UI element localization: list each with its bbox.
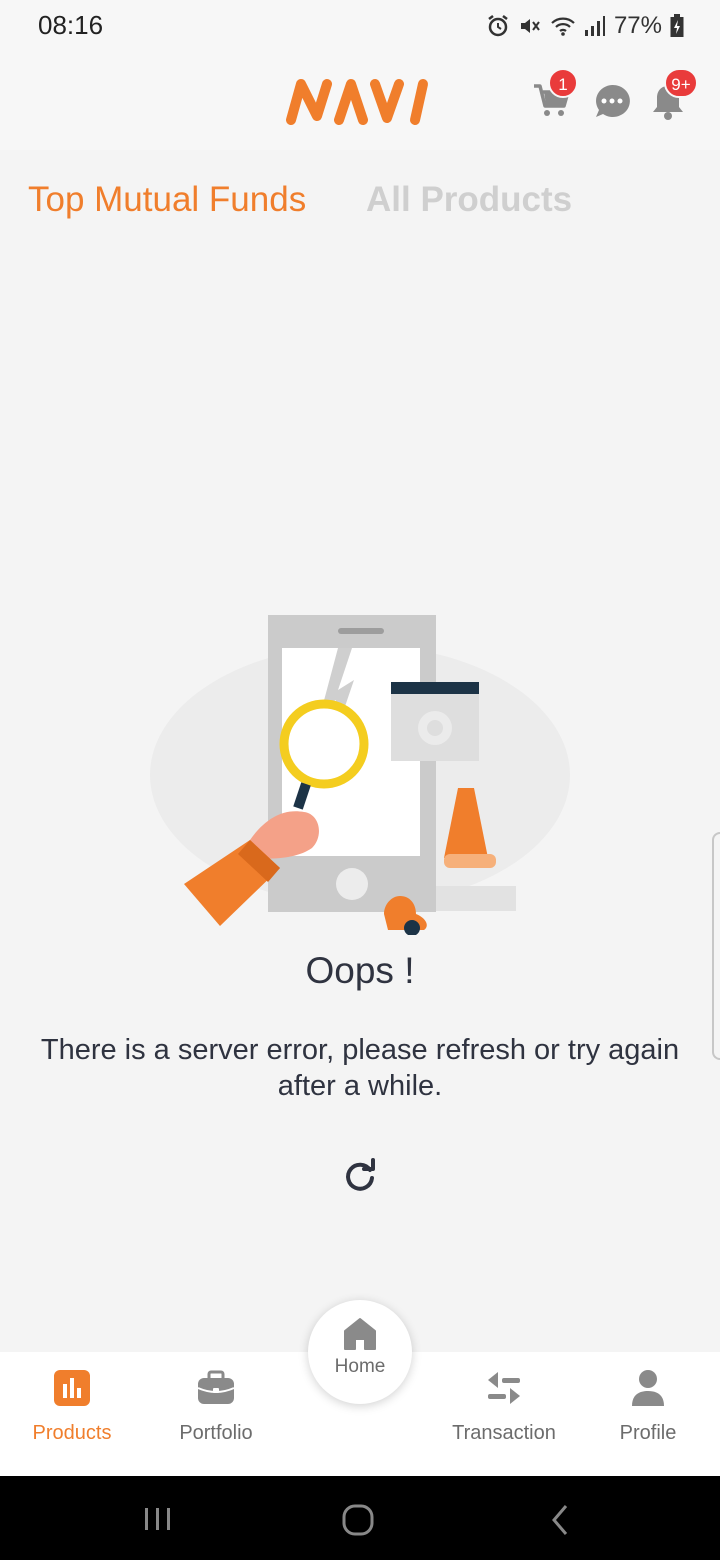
product-tabs: Top Mutual Funds All Products [0, 150, 720, 250]
status-icons: 77% [486, 12, 684, 40]
nav-transaction-label: Transaction [452, 1422, 556, 1444]
home-icon [344, 1318, 376, 1350]
nav-products[interactable]: Products [2, 1368, 142, 1445]
nav-transaction[interactable]: Transaction [434, 1368, 574, 1445]
error-message: There is a server error, please refresh … [40, 1034, 680, 1102]
cart-badge: 1 [548, 68, 578, 98]
tab-top-mutual-funds[interactable]: Top Mutual Funds [28, 180, 306, 220]
recent-apps-icon [145, 1508, 170, 1530]
back-icon [552, 1505, 568, 1535]
refresh-button[interactable] [342, 1158, 378, 1194]
status-time: 08:16 [38, 10, 104, 40]
server-error-illustration [150, 615, 570, 935]
nav-profile-label: Profile [619, 1422, 677, 1444]
home-button-icon [342, 1504, 374, 1536]
status-bar: 08:16 77% [0, 0, 720, 52]
profile-icon [632, 1370, 664, 1406]
nav-profile[interactable]: Profile [578, 1368, 718, 1445]
battery-icon [670, 14, 684, 37]
notification-badge: 9+ [664, 68, 698, 98]
mute-icon [520, 19, 540, 33]
alarm-icon [488, 15, 508, 37]
nav-portfolio-label: Portfolio [179, 1422, 253, 1444]
chat-button[interactable] [592, 82, 632, 122]
app-header: 1 9+ [0, 52, 720, 150]
refresh-icon [346, 1158, 375, 1191]
tab-all-products[interactable]: All Products [366, 180, 572, 220]
back-button[interactable] [540, 1500, 580, 1540]
nav-portfolio[interactable]: Portfolio [146, 1368, 286, 1445]
signal-icon [584, 16, 605, 36]
navi-logo [286, 79, 428, 125]
chat-icon [596, 84, 630, 117]
transaction-icon [488, 1372, 520, 1404]
briefcase-icon [197, 1370, 235, 1404]
system-navigation-bar [0, 1476, 720, 1560]
nav-home[interactable]: Home [308, 1300, 412, 1404]
wifi-icon [551, 17, 575, 36]
products-icon [54, 1370, 90, 1406]
edge-panel-handle[interactable] [712, 832, 720, 1060]
home-system-button[interactable] [338, 1500, 378, 1540]
nav-products-label: Products [32, 1422, 112, 1444]
recent-apps-button[interactable] [138, 1500, 178, 1540]
battery-percent: 77% [613, 12, 662, 39]
error-title: Oops ! [305, 950, 415, 991]
nav-home-label: Home [334, 1356, 386, 1377]
